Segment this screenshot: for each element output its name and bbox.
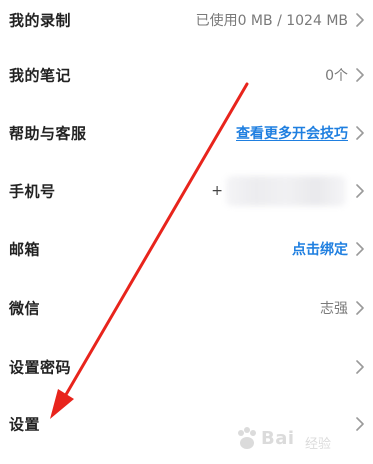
chevron-right-icon	[356, 68, 364, 82]
chevron-right-icon	[356, 126, 364, 140]
notes-count-value: 0个	[325, 68, 348, 84]
row-email[interactable]: 邮箱 点击绑定	[0, 229, 373, 269]
storage-usage-value: 已使用0 MB / 1024 MB	[195, 13, 348, 29]
row-label: 手机号	[9, 182, 56, 201]
meeting-tips-link[interactable]: 查看更多开会技巧	[236, 123, 348, 143]
row-set-password[interactable]: 设置密码	[0, 347, 373, 387]
row-my-notes[interactable]: 我的笔记 0个	[0, 55, 373, 95]
row-label: 微信	[9, 299, 41, 318]
row-label: 帮助与客服	[9, 124, 87, 143]
row-my-recordings[interactable]: 我的录制 已使用0 MB / 1024 MB	[0, 0, 373, 40]
chevron-right-icon	[356, 13, 364, 27]
watermark-text: Bai	[261, 428, 295, 449]
chevron-right-icon	[356, 242, 364, 256]
row-label: 设置密码	[9, 358, 72, 377]
row-label: 我的笔记	[9, 66, 72, 85]
baidu-watermark: Bai 经验	[238, 426, 359, 454]
phone-prefix: +	[211, 183, 223, 199]
row-label: 邮箱	[9, 240, 41, 259]
wechat-name-value: 志强	[320, 301, 348, 317]
row-phone[interactable]: 手机号 +	[0, 171, 373, 211]
phone-number-redacted	[226, 176, 346, 206]
row-help-support[interactable]: 帮助与客服 查看更多开会技巧	[0, 113, 373, 153]
paw-logo-icon	[238, 427, 256, 449]
watermark-sub: 经验	[305, 437, 332, 452]
row-label: 我的录制	[9, 11, 72, 30]
chevron-right-icon	[356, 184, 364, 198]
row-label: 设置	[9, 415, 41, 434]
chevron-right-icon	[356, 301, 364, 315]
row-wechat[interactable]: 微信 志强	[0, 288, 373, 328]
bind-email-link[interactable]: 点击绑定	[292, 239, 348, 259]
chevron-right-icon	[356, 360, 364, 374]
